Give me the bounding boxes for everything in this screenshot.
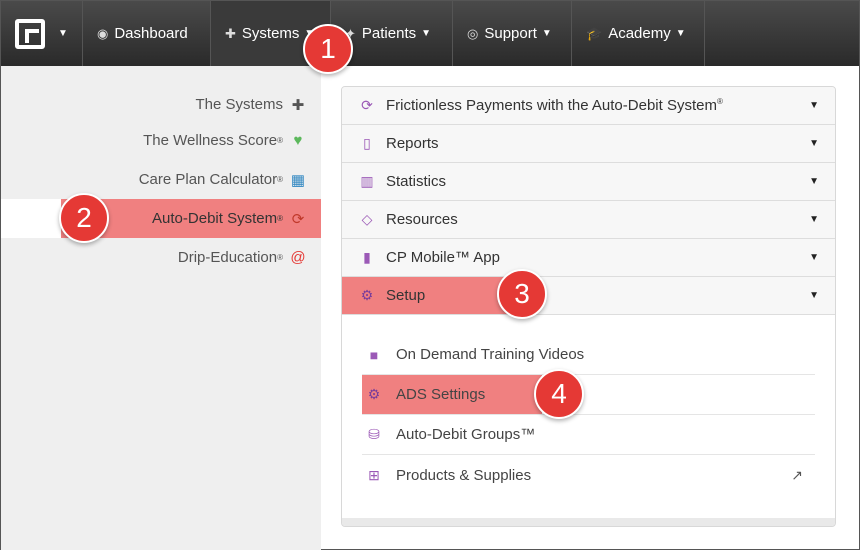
accordion-row-setup[interactable]: ⚙ Setup ▼ (342, 277, 835, 315)
submenu-item-training-videos[interactable]: ■ On Demand Training Videos (362, 335, 815, 375)
submenu-item-label: ADS Settings (396, 386, 486, 403)
video-camera-icon: ■ (369, 346, 379, 363)
logo-icon (15, 18, 46, 49)
accordion-row-label: Frictionless Payments with the Auto-Debi… (386, 97, 717, 114)
accordion-row-label: Statistics (386, 173, 447, 190)
dashboard-icon: ◉ (97, 25, 109, 41)
sidebar-item-wellness-score[interactable]: The Wellness Score ® ♥ (1, 121, 321, 160)
step-badge-1: 1 (303, 24, 353, 74)
registered-mark: ® (277, 175, 283, 184)
registered-mark: ® (277, 214, 283, 223)
caret-down-icon: ▼ (809, 252, 819, 263)
registered-mark: ® (277, 253, 283, 262)
submenu-item-label: Products & Supplies (396, 466, 532, 484)
refresh-icon: ⟳ (361, 97, 373, 113)
nav-dashboard[interactable]: ◉ Dashboard (83, 1, 211, 66)
submenu-item-auto-debit-groups[interactable]: ⛁ Auto-Debit Groups™ (362, 415, 815, 455)
external-link-icon[interactable]: ↗ (791, 467, 815, 484)
nav-patients-label: Patients (361, 25, 417, 42)
sidebar-item-drip-education[interactable]: Drip-Education ® @ (1, 238, 321, 277)
step-badge-2: 2 (59, 193, 109, 243)
sidebar-item-label: The Systems (195, 96, 283, 113)
nav-support[interactable]: ◎ Support ▼ (453, 1, 572, 66)
submenu-item-ads-settings[interactable]: ⚙ ADS Settings (362, 375, 815, 415)
registered-mark: ® (716, 97, 723, 106)
step-badge-4: 4 (534, 369, 584, 419)
setup-submenu: ■ On Demand Training Videos ⚙ ADS Settin… (342, 315, 835, 495)
caret-down-icon: ▼ (809, 100, 819, 111)
puzzle-icon: ✚ (225, 25, 236, 41)
accordion-row-label: Setup (386, 287, 426, 304)
mobile-icon: ▮ (363, 249, 371, 265)
sidebar-item-label: The Wellness Score (143, 132, 278, 149)
nav-support-label: Support (484, 25, 537, 42)
puzzle-icon: ✚ (291, 96, 305, 114)
sidebar: The Systems ✚ The Wellness Score ® ♥ Care… (1, 66, 321, 550)
accordion-row-resources[interactable]: ◇ Resources ▼ (342, 201, 835, 239)
caret-down-icon: ▼ (809, 176, 819, 187)
caret-down-icon: ▼ (809, 138, 819, 149)
bar-chart-icon: ▥ (360, 173, 374, 189)
sidebar-item-care-plan-calculator[interactable]: Care Plan Calculator ® ▦ (1, 160, 321, 199)
submenu-item-label: Auto-Debit Groups™ (396, 426, 536, 443)
panel-footer-bar (342, 518, 835, 526)
accordion-row-label: Resources (386, 211, 458, 228)
registered-mark: ® (277, 136, 283, 145)
accordion-row-label: Reports (386, 135, 439, 152)
chevron-down-icon: ▼ (541, 28, 552, 39)
nav-dashboard-label: Dashboard (114, 25, 188, 42)
accordion-row-label: CP Mobile™ App (386, 249, 500, 266)
diamond-icon: ◇ (361, 211, 373, 227)
sidebar-item-label: Auto-Debit System (152, 210, 278, 227)
sidebar-item-the-systems[interactable]: The Systems ✚ (1, 85, 321, 124)
nav-academy-label: Academy (608, 25, 671, 42)
accordion-row-frictionless-payments[interactable]: ⟳ Frictionless Payments with the Auto-De… (342, 87, 835, 125)
chevron-down-icon: ▼ (58, 28, 68, 39)
logo-menu-button[interactable]: ▼ (1, 1, 83, 66)
gear-icon: ⚙ (367, 386, 381, 402)
sidebar-item-label: Care Plan Calculator (138, 171, 278, 188)
database-icon: ⛁ (368, 426, 380, 442)
top-navbar: ▼ ◉ Dashboard ✚ Systems ▼ ✦ Patients ▼ ◎… (1, 1, 859, 66)
sidebar-item-label: Drip-Education (177, 249, 278, 266)
at-icon: @ (290, 249, 306, 266)
nav-systems-label: Systems (241, 25, 300, 42)
caret-down-icon: ▼ (809, 290, 819, 301)
basket-icon: ⊞ (368, 466, 380, 483)
graduation-cap-icon: 🎓 (586, 25, 603, 41)
accordion-row-reports[interactable]: ▯ Reports ▼ (342, 125, 835, 163)
nav-academy[interactable]: 🎓 Academy ▼ (572, 1, 705, 66)
calculator-icon: ▦ (290, 171, 306, 189)
submenu-item-label: On Demand Training Videos (396, 346, 585, 363)
chevron-down-icon: ▼ (675, 28, 686, 39)
sidebar-item-auto-debit-system[interactable]: Auto-Debit System ® ⟳ (1, 199, 321, 238)
heartbeat-icon: ♥ (293, 132, 303, 149)
submenu-item-products-supplies[interactable]: ⊞ Products & Supplies ↗ (362, 455, 815, 495)
accordion-row-statistics[interactable]: ▥ Statistics ▼ (342, 163, 835, 201)
document-icon: ▯ (363, 135, 371, 151)
step-badge-3: 3 (497, 269, 547, 319)
lifebuoy-icon: ◎ (467, 25, 479, 41)
systems-accordion-panel: ⟳ Frictionless Payments with the Auto-De… (341, 86, 836, 527)
caret-down-icon: ▼ (809, 214, 819, 225)
accordion-row-cp-mobile-app[interactable]: ▮ CP Mobile™ App ▼ (342, 239, 835, 277)
refresh-icon: ⟳ (291, 210, 305, 228)
chevron-down-icon: ▼ (421, 28, 432, 39)
gears-icon: ⚙ (360, 287, 374, 303)
